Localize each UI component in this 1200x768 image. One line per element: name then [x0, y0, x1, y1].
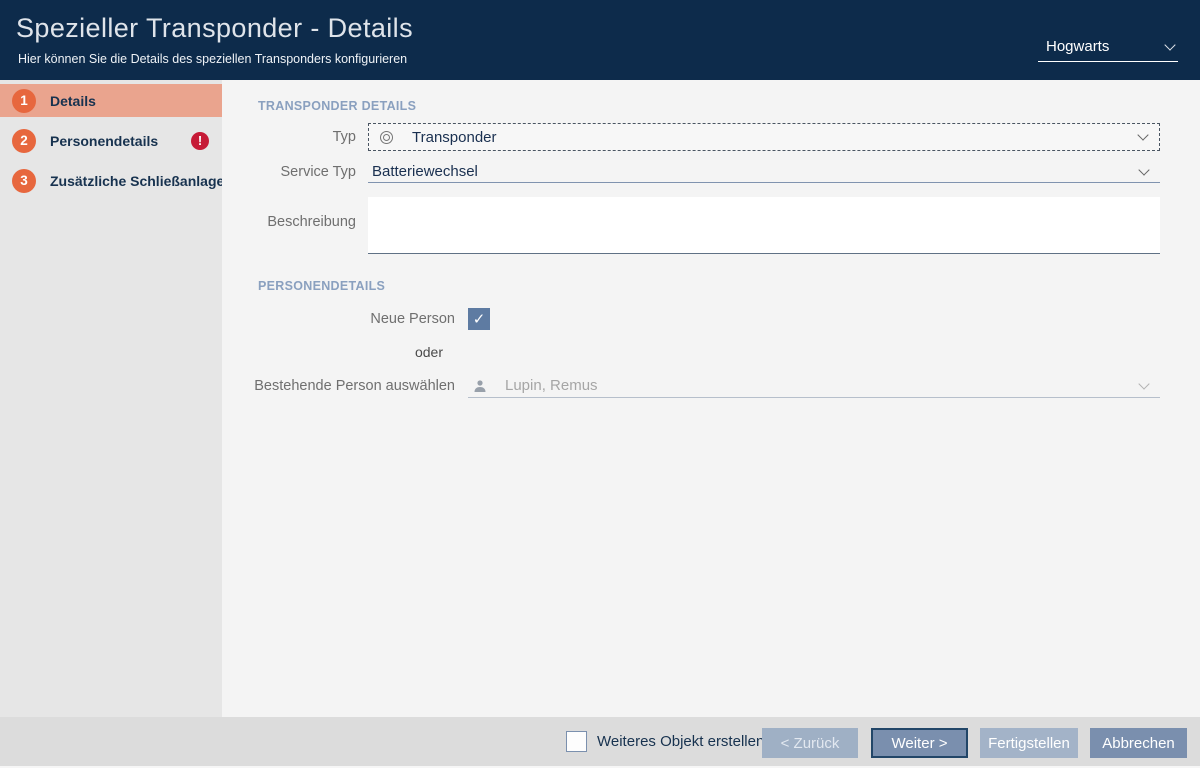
beschreibung-label: Beschreibung	[222, 197, 368, 254]
service-typ-dropdown[interactable]: Batteriewechsel	[368, 161, 1160, 183]
person-icon	[473, 379, 487, 393]
step-number-badge: 1	[12, 89, 36, 113]
step-zusaetzliche-schliessanlagen[interactable]: 3 Zusätzliche Schließanlagen	[0, 164, 222, 197]
page-title: Spezieller Transponder - Details	[16, 13, 413, 44]
typ-value: Transponder	[412, 129, 497, 146]
abbrechen-button[interactable]: Abbrechen	[1090, 728, 1187, 758]
beschreibung-textarea[interactable]	[368, 197, 1160, 254]
wizard-steps-sidebar: 1 Details 2 Personendetails ! 3 Zusätzli…	[0, 80, 222, 717]
checkmark-icon: ✓	[473, 308, 486, 330]
neue-person-checkbox[interactable]: ✓	[468, 308, 490, 330]
weiter-button[interactable]: Weiter >	[871, 728, 968, 758]
weiteres-objekt-label: Weiteres Objekt erstellen	[597, 717, 764, 766]
neue-person-label: Neue Person	[222, 308, 468, 331]
wizard-footer: Weiteres Objekt erstellen < Zurück Weite…	[0, 717, 1200, 768]
chevron-down-icon	[1138, 378, 1149, 389]
weiteres-objekt-checkbox[interactable]	[566, 731, 587, 752]
error-icon: !	[191, 132, 209, 150]
page-subtitle: Hier können Sie die Details des speziell…	[18, 52, 407, 66]
service-typ-row: Service Typ Batteriewechsel	[222, 161, 1160, 183]
step-number-badge: 3	[12, 169, 36, 193]
form-panel: TRANSPONDER DETAILS Typ Transponder Serv…	[222, 80, 1200, 717]
bestehende-person-value: Lupin, Remus	[505, 377, 598, 394]
step-details[interactable]: 1 Details	[0, 84, 222, 117]
chevron-down-icon	[1164, 39, 1175, 50]
wizard-header: Spezieller Transponder - Details Hier kö…	[0, 0, 1200, 80]
typ-row: Typ Transponder	[222, 123, 1160, 151]
neue-person-row: Neue Person ✓	[222, 308, 1160, 331]
beschreibung-row: Beschreibung	[222, 197, 1160, 254]
project-selector[interactable]: Hogwarts	[1038, 36, 1178, 62]
project-selector-value: Hogwarts	[1046, 38, 1109, 55]
oder-label: oder	[222, 343, 468, 361]
fertigstellen-button[interactable]: Fertigstellen	[980, 728, 1078, 758]
section-title-personendetails: PERSONENDETAILS	[258, 279, 385, 295]
service-typ-label: Service Typ	[222, 161, 368, 183]
step-personendetails[interactable]: 2 Personendetails !	[0, 124, 222, 157]
section-title-transponder-details: TRANSPONDER DETAILS	[258, 99, 416, 115]
bestehende-person-row: Bestehende Person auswählen Lupin, Remus	[222, 374, 1160, 398]
typ-dropdown[interactable]: Transponder	[368, 123, 1160, 151]
service-typ-value: Batteriewechsel	[372, 161, 1160, 182]
zurueck-button[interactable]: < Zurück	[762, 728, 858, 758]
typ-label: Typ	[222, 123, 368, 151]
bestehende-person-label: Bestehende Person auswählen	[222, 374, 468, 398]
step-number-badge: 2	[12, 129, 36, 153]
transponder-icon	[380, 131, 393, 144]
bestehende-person-dropdown[interactable]: Lupin, Remus	[468, 374, 1160, 398]
oder-row: oder	[222, 343, 1160, 361]
chevron-down-icon	[1137, 129, 1148, 140]
